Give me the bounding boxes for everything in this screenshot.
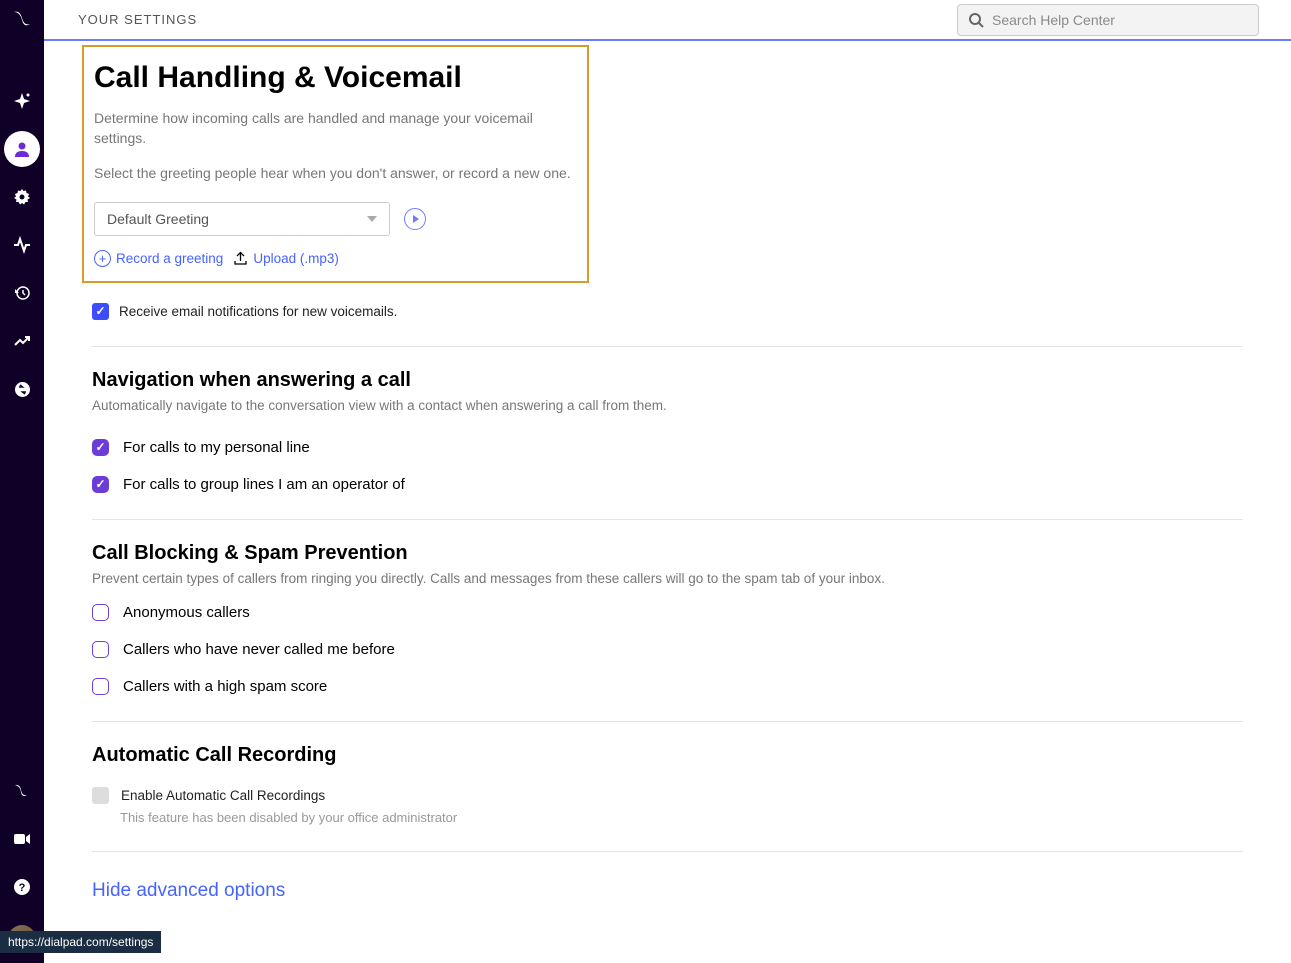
recording-section-title: Automatic Call Recording bbox=[92, 744, 1243, 767]
search-input[interactable] bbox=[992, 12, 1248, 28]
header: YOUR SETTINGS bbox=[44, 0, 1291, 41]
video-icon[interactable] bbox=[4, 821, 40, 857]
voicemail-desc1: Determine how incoming calls are handled… bbox=[94, 109, 579, 148]
sidebar: ? bbox=[0, 0, 44, 963]
divider bbox=[92, 851, 1243, 852]
enable-recording-label: Enable Automatic Call Recordings bbox=[121, 788, 325, 803]
record-greeting-link[interactable]: + Record a greeting bbox=[94, 250, 223, 267]
play-icon bbox=[413, 215, 419, 223]
recording-disabled-note: This feature has been disabled by your o… bbox=[120, 810, 1243, 825]
person-icon[interactable] bbox=[4, 131, 40, 167]
block-never-called-label: Callers who have never called me before bbox=[123, 641, 395, 658]
email-notify-checkbox[interactable]: ✓ bbox=[92, 303, 109, 320]
upload-icon bbox=[233, 251, 248, 266]
block-anonymous-checkbox[interactable] bbox=[92, 604, 109, 621]
sync-icon[interactable] bbox=[4, 371, 40, 407]
app-logo[interactable] bbox=[10, 10, 34, 33]
trending-icon[interactable] bbox=[4, 323, 40, 359]
page-title: YOUR SETTINGS bbox=[78, 12, 197, 27]
greeting-select[interactable]: Default Greeting bbox=[94, 202, 390, 236]
plus-circle-icon: + bbox=[94, 250, 111, 267]
voicemail-desc2: Select the greeting people hear when you… bbox=[94, 164, 579, 184]
block-anonymous-label: Anonymous callers bbox=[123, 604, 250, 621]
gear-icon[interactable] bbox=[4, 179, 40, 215]
nav-personal-label: For calls to my personal line bbox=[123, 439, 310, 456]
nav-section-title: Navigation when answering a call bbox=[92, 369, 1243, 392]
nav-group-checkbox[interactable]: ✓ bbox=[92, 476, 109, 493]
blocking-section-title: Call Blocking & Spam Prevention bbox=[92, 542, 1243, 565]
greeting-selected-label: Default Greeting bbox=[107, 211, 209, 227]
upload-greeting-link[interactable]: Upload (.mp3) bbox=[233, 251, 339, 266]
history-icon[interactable] bbox=[4, 275, 40, 311]
block-spam-score-label: Callers with a high spam score bbox=[123, 678, 327, 695]
play-greeting-button[interactable] bbox=[404, 208, 426, 230]
upload-greeting-label: Upload (.mp3) bbox=[253, 251, 339, 266]
blocking-section-desc: Prevent certain types of callers from ri… bbox=[92, 571, 1243, 586]
voicemail-section-highlight: Call Handling & Voicemail Determine how … bbox=[82, 45, 589, 283]
url-hint-tooltip: https://dialpad.com/settings bbox=[0, 931, 161, 953]
nav-group-label: For calls to group lines I am an operato… bbox=[123, 476, 405, 493]
divider bbox=[92, 519, 1243, 520]
enable-recording-checkbox bbox=[92, 787, 109, 804]
block-never-called-checkbox[interactable] bbox=[92, 641, 109, 658]
voicemail-title: Call Handling & Voicemail bbox=[94, 61, 579, 95]
nav-section-desc: Automatically navigate to the conversati… bbox=[92, 398, 1243, 413]
chat-icon[interactable] bbox=[4, 773, 40, 809]
divider bbox=[92, 346, 1243, 347]
block-spam-score-checkbox[interactable] bbox=[92, 678, 109, 695]
record-greeting-label: Record a greeting bbox=[116, 251, 223, 266]
chevron-down-icon bbox=[367, 216, 377, 222]
divider bbox=[92, 721, 1243, 722]
search-icon bbox=[968, 12, 984, 28]
svg-text:?: ? bbox=[19, 882, 26, 894]
email-notify-label: Receive email notifications for new voic… bbox=[119, 304, 397, 319]
help-icon[interactable]: ? bbox=[4, 869, 40, 905]
hide-advanced-link[interactable]: Hide advanced options bbox=[92, 880, 285, 902]
sparkle-icon[interactable] bbox=[4, 83, 40, 119]
activity-icon[interactable] bbox=[4, 227, 40, 263]
search-box[interactable] bbox=[957, 4, 1259, 36]
nav-personal-checkbox[interactable]: ✓ bbox=[92, 439, 109, 456]
